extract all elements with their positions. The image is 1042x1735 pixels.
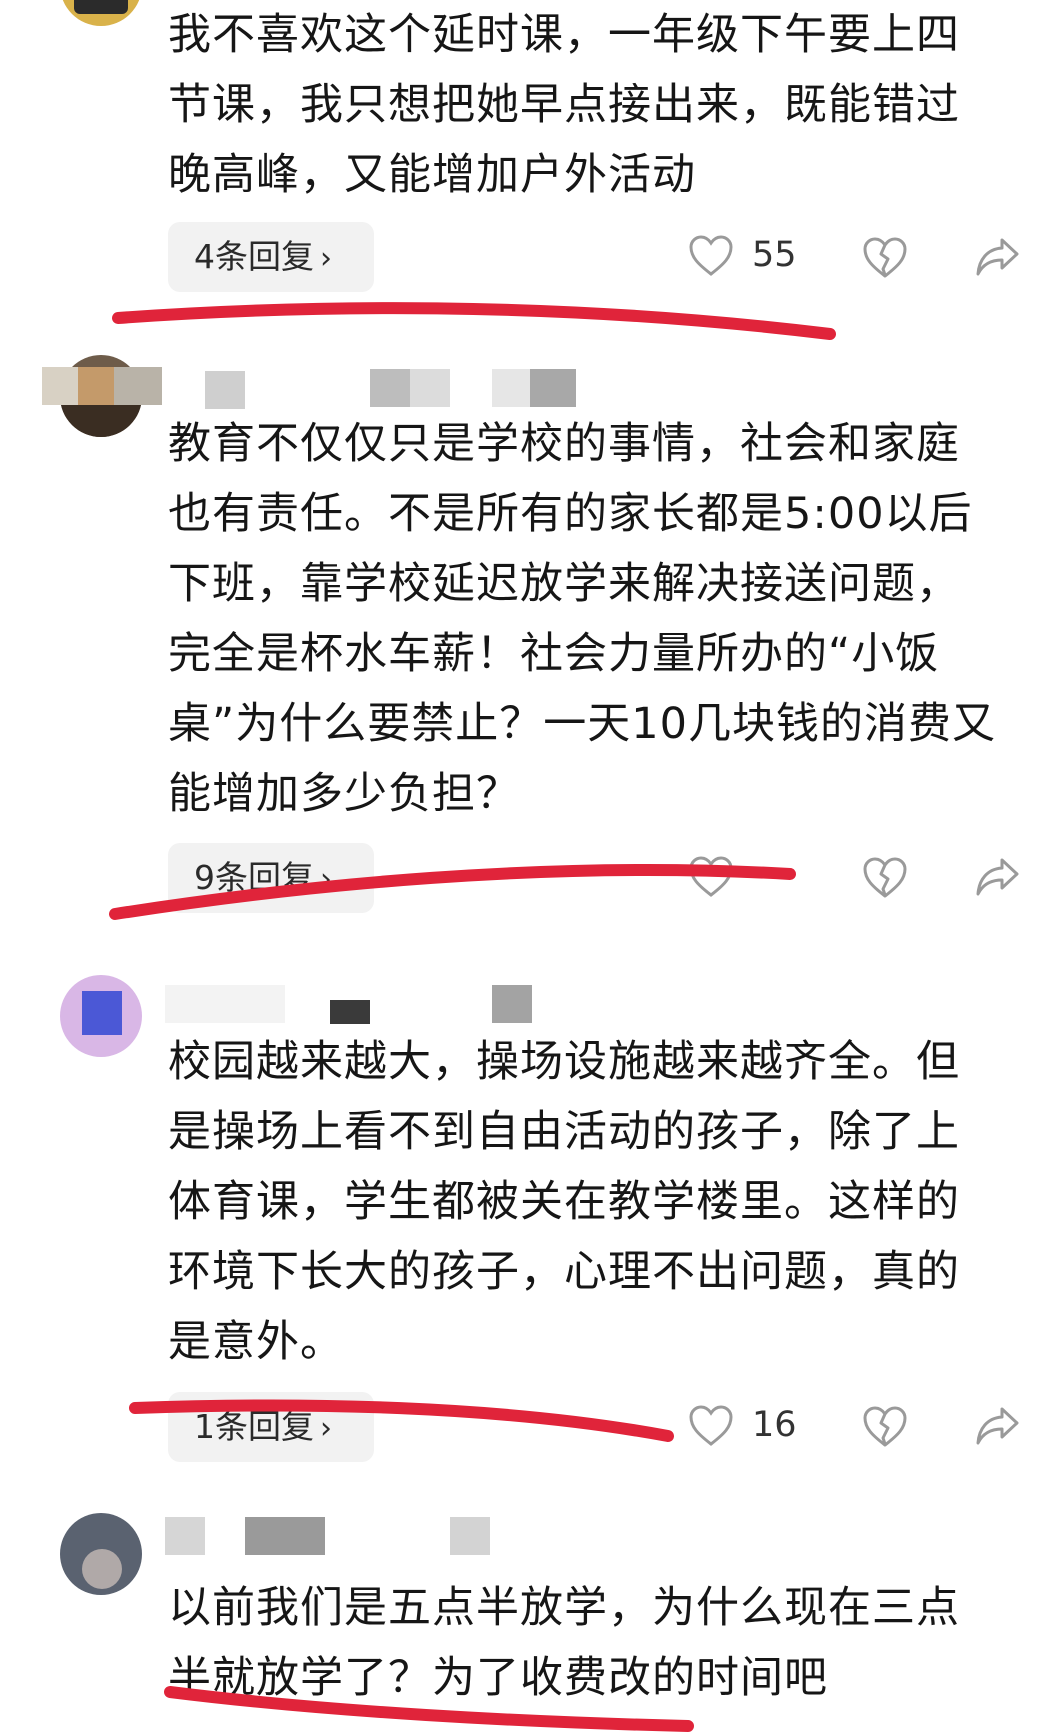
username-mosaic xyxy=(205,371,245,409)
username-mosaic xyxy=(492,369,576,407)
username-mosaic xyxy=(370,369,450,407)
share-arrow-icon[interactable] xyxy=(974,1405,1020,1447)
chevron-right-icon: › xyxy=(320,862,332,897)
reply-count-label: 1条回复 xyxy=(194,1407,314,1446)
username-mosaic xyxy=(165,1517,205,1555)
view-replies-button[interactable]: 9条回复 › xyxy=(168,843,374,913)
avatar[interactable] xyxy=(60,0,142,26)
comment-text: 以前我们是五点半放学，为什么现在三点半就放学了？为了收费改的时间吧 xyxy=(168,1583,960,1703)
username-mosaic xyxy=(165,985,285,1023)
comment-text: 校园越来越大，操场设施越来越齐全。但是操场上看不到自由活动的孩子，除了上体育课，… xyxy=(168,1037,960,1367)
like-count: 16 xyxy=(752,1405,797,1445)
broken-heart-icon[interactable] xyxy=(862,236,908,280)
view-replies-button[interactable]: 4条回复 › xyxy=(168,222,374,292)
reply-count-label: 9条回复 xyxy=(194,858,314,897)
broken-heart-icon[interactable] xyxy=(862,1405,908,1449)
username-mosaic xyxy=(330,1000,370,1024)
heart-outline-icon[interactable] xyxy=(688,1404,734,1448)
broken-heart-icon[interactable] xyxy=(862,856,908,900)
avatar[interactable] xyxy=(60,975,142,1057)
comment-text: 教育不仅仅只是学校的事情，社会和家庭也有责任。不是所有的家长都是5:00以后下班… xyxy=(168,419,996,819)
chevron-right-icon: › xyxy=(320,241,332,276)
chevron-right-icon: › xyxy=(320,1411,332,1446)
like-count: 55 xyxy=(752,235,797,275)
username-mosaic xyxy=(245,1517,325,1555)
share-arrow-icon[interactable] xyxy=(974,856,1020,898)
reply-count-label: 4条回复 xyxy=(194,237,314,276)
red-underline-1 xyxy=(112,302,836,340)
view-replies-button[interactable]: 1条回复 › xyxy=(168,1392,374,1462)
heart-outline-icon[interactable] xyxy=(688,855,734,899)
heart-outline-icon[interactable] xyxy=(688,234,734,278)
username-mosaic xyxy=(42,367,162,405)
username-mosaic xyxy=(450,1517,490,1555)
share-arrow-icon[interactable] xyxy=(974,236,1020,278)
avatar[interactable] xyxy=(60,1513,142,1595)
username-mosaic xyxy=(492,985,532,1023)
comment-text: 我不喜欢这个延时课，一年级下午要上四节课，我只想把她早点接出来，既能错过晚高峰，… xyxy=(168,10,960,200)
